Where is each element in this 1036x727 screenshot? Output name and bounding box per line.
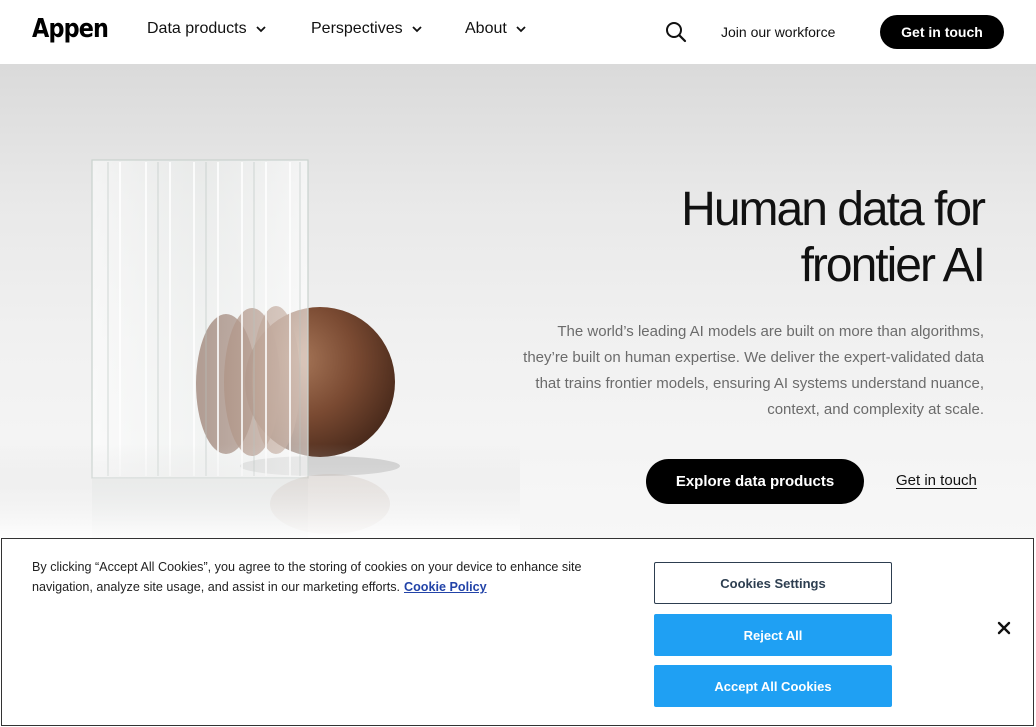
chevron-down-icon (516, 26, 526, 33)
get-in-touch-button[interactable]: Get in touch (880, 15, 1004, 49)
chevron-down-icon (255, 26, 266, 33)
hero-get-in-touch-link[interactable]: Get in touch (896, 472, 977, 489)
cookie-policy-link[interactable]: Cookie Policy (404, 580, 487, 594)
nav-item-label: Perspectives (311, 20, 403, 37)
search-icon[interactable] (664, 20, 688, 44)
accept-all-cookies-button[interactable]: Accept All Cookies (654, 665, 892, 707)
hero-glass-sphere-image (0, 159, 520, 538)
reject-all-button[interactable]: Reject All (654, 614, 892, 656)
cookie-consent-banner: By clicking “Accept All Cookies”, you ag… (1, 538, 1034, 726)
hero-section: Human data for frontier AI The world’s l… (0, 64, 1036, 538)
hero-description: The world’s leading AI models are built … (523, 323, 984, 418)
join-workforce-link[interactable]: Join our workforce (721, 24, 835, 40)
nav-item-label: Data products (147, 20, 247, 37)
nav-item-about[interactable]: About (465, 20, 527, 38)
hero-title: Human data for frontier AI (681, 182, 986, 294)
nav-item-label: About (465, 20, 507, 37)
explore-data-products-button[interactable]: Explore data products (646, 459, 864, 504)
close-icon[interactable] (995, 619, 1013, 637)
top-nav: Appen Data products Perspectives About J… (0, 0, 1036, 64)
nav-item-data-products[interactable]: Data products (147, 20, 267, 38)
cookies-settings-button[interactable]: Cookies Settings (654, 562, 892, 604)
appen-logo[interactable]: Appen (32, 14, 109, 44)
nav-item-perspectives[interactable]: Perspectives (311, 20, 423, 38)
hero-title-line: frontier AI (800, 239, 986, 292)
cookie-consent-text: By clicking “Accept All Cookies”, you ag… (32, 557, 622, 597)
chevron-down-icon (411, 26, 422, 33)
hero-title-line: Human data for (681, 183, 986, 236)
cookie-message: By clicking “Accept All Cookies”, you ag… (32, 560, 582, 594)
